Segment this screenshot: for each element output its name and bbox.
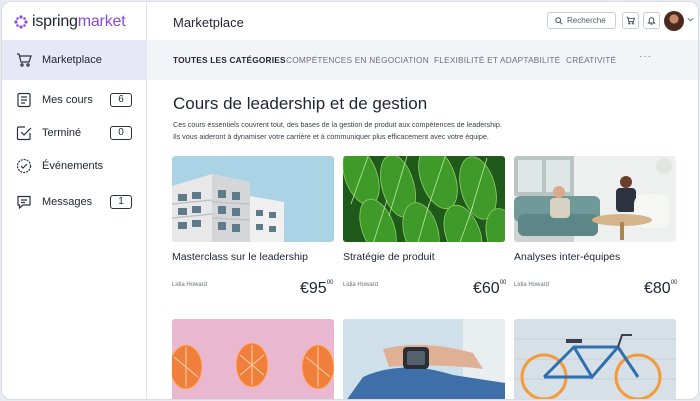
- sidebar-item-label: Marketplace: [42, 54, 102, 66]
- count-badge: 0: [110, 126, 132, 140]
- messages-icon: [17, 195, 31, 210]
- logo-mark-icon: [14, 15, 28, 29]
- app-window: ispringmarket Marketplace Mes cours 6 Te…: [1, 1, 699, 400]
- course-price: €9500: [300, 280, 334, 297]
- logo-text: ispringmarket: [32, 13, 126, 30]
- course-image-leaves[interactable]: [343, 156, 505, 242]
- completed-icon: [16, 126, 32, 141]
- sidebar-item-mes-cours[interactable]: Mes cours 6: [2, 85, 147, 115]
- course-author: Lidia Howard: [514, 282, 550, 288]
- course-image-oranges[interactable]: [172, 319, 334, 399]
- course-price: €8000: [644, 280, 678, 297]
- course-author: Lidia Howard: [172, 282, 208, 288]
- section-heading: Cours de leadership et de gestion: [173, 94, 428, 113]
- course-price: €6000: [473, 280, 507, 297]
- count-badge: 1: [110, 195, 132, 209]
- tab-creativity[interactable]: CRÉATIVITÉ: [566, 55, 616, 65]
- course-author: Lidia Howard: [343, 282, 379, 288]
- search-label: Recherche: [567, 16, 606, 25]
- search-icon: [555, 16, 563, 25]
- sidebar-item-label: Terminé: [42, 127, 82, 139]
- count-badge: 6: [110, 93, 132, 107]
- course-title[interactable]: Masterclass sur le leadership: [172, 251, 308, 263]
- sidebar-item-marketplace[interactable]: Marketplace: [2, 45, 147, 75]
- notifications-button[interactable]: [643, 12, 660, 29]
- page-title: Marketplace: [173, 15, 244, 30]
- chevron-down-icon[interactable]: [687, 17, 694, 22]
- course-image-bicycle[interactable]: [514, 319, 676, 399]
- sidebar-item-label: Messages: [42, 196, 93, 208]
- cart-icon: [626, 16, 635, 25]
- search-button[interactable]: Recherche: [547, 12, 616, 29]
- sidebar: ispringmarket Marketplace Mes cours 6 Te…: [2, 2, 147, 399]
- sidebar-item-termine[interactable]: Terminé 0: [2, 118, 147, 148]
- course-image-office[interactable]: [514, 156, 676, 242]
- sidebar-item-label: Événements: [42, 160, 104, 172]
- sidebar-item-evenements[interactable]: Événements: [2, 151, 147, 181]
- category-tabs: TOUTES LES CATÉGORIES COMPÉTENCES EN NÉG…: [147, 40, 698, 80]
- course-image-building[interactable]: [172, 156, 334, 242]
- sidebar-item-label: Mes cours: [42, 94, 93, 106]
- main-content: Cours de leadership et de gestion Ces co…: [147, 80, 698, 399]
- more-tabs-button[interactable]: ···: [639, 51, 652, 62]
- events-icon: [16, 158, 32, 174]
- course-title[interactable]: Stratégie de produit: [343, 251, 435, 263]
- top-header: Marketplace Recherche: [147, 2, 698, 40]
- tab-all-categories[interactable]: TOUTES LES CATÉGORIES: [173, 55, 286, 65]
- tab-flexibility[interactable]: FLEXIBILITÉ ET ADAPTABILITÉ: [434, 55, 560, 65]
- bell-icon: [647, 17, 656, 25]
- course-title[interactable]: Analyses inter-équipes: [514, 251, 620, 263]
- logo[interactable]: ispringmarket: [14, 12, 126, 32]
- courses-icon: [17, 92, 31, 108]
- sidebar-item-messages[interactable]: Messages 1: [2, 187, 147, 217]
- cart-icon: [17, 53, 32, 67]
- course-image-smartwatch[interactable]: [343, 319, 505, 399]
- section-description: Ces cours essentiels couvrent tout, des …: [173, 120, 502, 141]
- avatar[interactable]: [664, 11, 684, 31]
- tab-negotiation[interactable]: COMPÉTENCES EN NÉGOCIATION: [286, 55, 429, 65]
- cart-button[interactable]: [622, 12, 639, 29]
